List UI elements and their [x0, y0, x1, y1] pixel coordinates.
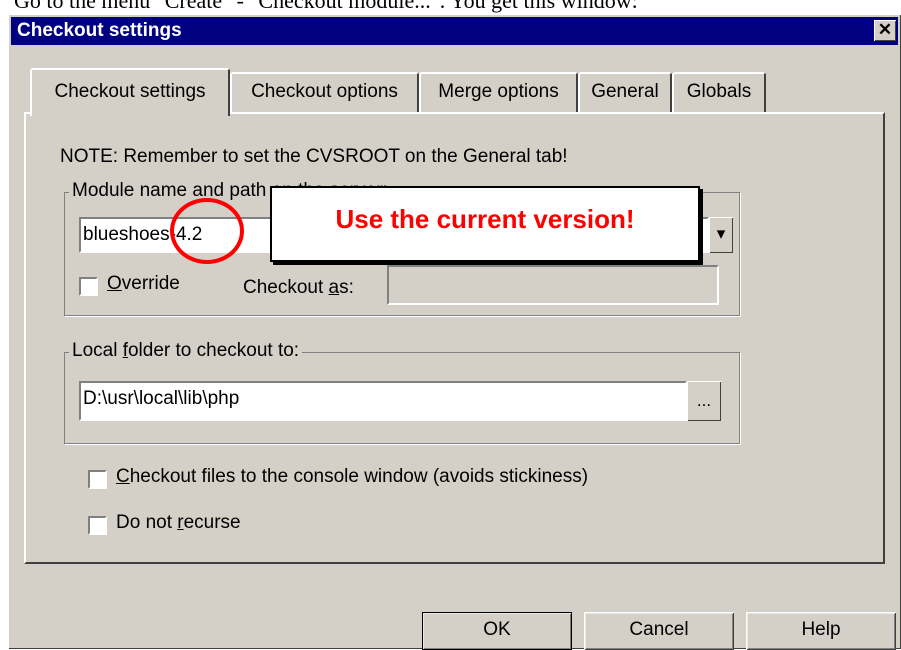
tab-merge-options[interactable]: Merge options	[419, 72, 578, 112]
cvsroot-note: NOTE: Remember to set the CVSROOT on the…	[60, 146, 568, 167]
tab-checkout-options[interactable]: Checkout options	[230, 72, 419, 112]
tab-panel: NOTE: Remember to set the CVSROOT on the…	[24, 112, 885, 564]
local-folder-groupbox: Local folder to checkout to: D:\usr\loca…	[64, 340, 740, 444]
highlight-circle	[170, 198, 244, 264]
chevron-down-icon[interactable]: ▾	[709, 217, 733, 253]
title-bar[interactable]: Checkout settings ✕	[11, 17, 898, 45]
do-not-recurse-checkbox[interactable]	[88, 516, 107, 535]
intro-text: Go to the menu "Create" - "Checkout modu…	[14, 0, 638, 13]
close-icon[interactable]: ✕	[874, 20, 896, 41]
local-folder-legend: Local folder to checkout to:	[69, 340, 303, 362]
console-checkbox[interactable]	[88, 470, 107, 489]
help-button[interactable]: Help	[746, 612, 896, 650]
tab-checkout-settings[interactable]: Checkout settings	[30, 68, 230, 116]
override-label: Override	[107, 273, 180, 294]
console-label: Checkout files to the console window (av…	[116, 466, 589, 487]
do-not-recurse-label: Do not recurse	[116, 512, 241, 533]
local-folder-field[interactable]: D:\usr\local\lib\php	[79, 381, 687, 421]
checkout-as-label: Checkout as:	[243, 277, 354, 298]
ok-button[interactable]: OK	[422, 612, 572, 650]
cancel-button[interactable]: Cancel	[584, 612, 734, 650]
annotation-callout: Use the current version!	[270, 186, 700, 262]
tab-globals[interactable]: Globals	[672, 72, 766, 112]
override-checkbox[interactable]	[79, 277, 98, 296]
checkout-as-field[interactable]	[387, 265, 719, 305]
checkout-dialog: Checkout settings ✕ Checkout settings Ch…	[8, 14, 901, 650]
dialog-title: Checkout settings	[17, 20, 182, 41]
browse-button[interactable]: ...	[687, 381, 721, 421]
tab-general[interactable]: General	[578, 72, 672, 112]
